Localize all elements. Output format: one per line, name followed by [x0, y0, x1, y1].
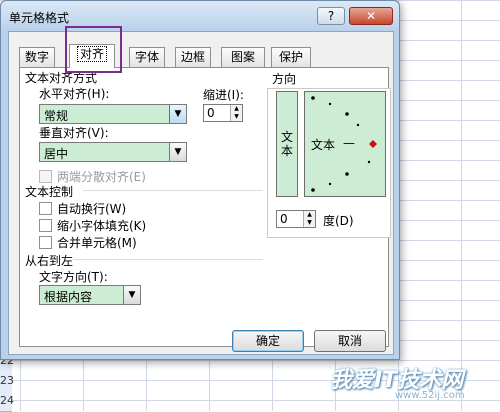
title-bar[interactable]: 单元格格式 ? ✕ [1, 1, 399, 29]
row-header[interactable]: 24 [0, 391, 14, 412]
vertical-align-select[interactable]: 居中 ▼ [39, 142, 187, 162]
rtl-heading: 从右到左 [25, 254, 74, 268]
watermark-url: www.52ij.com [395, 390, 465, 401]
tab-protection[interactable]: 保护 [271, 47, 311, 67]
merge-cells-checkbox[interactable]: 合并单元格(M) [39, 234, 137, 251]
vertical-text-box[interactable]: 文本 [276, 91, 298, 197]
shrink-to-fit-checkbox[interactable]: 缩小字体填充(K) [39, 217, 146, 234]
orientation-dial[interactable]: 文本 — [304, 91, 386, 197]
vertical-text: 文本 [281, 130, 294, 158]
spin-arrows-icon[interactable]: ▲ ▼ [230, 105, 242, 121]
degree-stepper[interactable]: 0 ▲ ▼ [276, 210, 316, 228]
dialog-body: 数字 对齐 字体 边框 图案 保护 文本对齐方式 水平对齐(H): 常规 ▼ 缩… [8, 31, 394, 355]
text-control-heading: 文本控制 [25, 185, 74, 199]
divider [73, 259, 263, 260]
indent-label: 缩进(I): [203, 88, 244, 102]
indent-stepper[interactable]: 0 ▲ ▼ [203, 104, 243, 122]
spin-arrows-icon[interactable]: ▲ ▼ [303, 211, 315, 227]
checkbox-box[interactable] [39, 236, 52, 249]
format-cells-dialog: 单元格格式 ? ✕ 数字 对齐 字体 边框 图案 保护 文本对齐方式 水平对齐(… [0, 0, 400, 360]
merge-cells-label: 合并单元格(M) [57, 236, 137, 250]
degree-label: 度(D) [323, 214, 354, 228]
checkbox-box[interactable] [39, 170, 52, 183]
vertical-align-value: 居中 [44, 147, 69, 161]
chevron-down-icon[interactable]: ▼ [169, 105, 186, 123]
vertical-align-label: 垂直对齐(V): [39, 126, 109, 140]
tab-highlight-box [65, 26, 122, 73]
ok-button[interactable]: 确定 [232, 330, 304, 352]
text-direction-label: 文字方向(T): [39, 270, 108, 284]
horizontal-align-label: 水平对齐(H): [39, 87, 110, 101]
help-button[interactable]: ? [317, 7, 345, 25]
tab-border[interactable]: 边框 [175, 47, 211, 67]
chevron-down-icon[interactable]: ▼ [169, 143, 186, 161]
divider [83, 190, 263, 191]
tab-number[interactable]: 数字 [19, 47, 55, 67]
dialog-title: 单元格格式 [9, 11, 70, 25]
checkbox-box[interactable] [39, 219, 52, 232]
tab-pattern[interactable]: 图案 [221, 47, 265, 67]
cancel-button[interactable]: 取消 [314, 330, 386, 352]
chevron-down-icon[interactable]: ▼ [123, 286, 140, 304]
dial-line: — [343, 136, 355, 150]
text-direction-value: 根据内容 [44, 290, 93, 304]
tab-font[interactable]: 字体 [129, 47, 165, 67]
row-header[interactable]: 23 [0, 371, 14, 392]
text-direction-select[interactable]: 根据内容 ▼ [39, 285, 141, 305]
wrap-text-label: 自动换行(W) [57, 202, 127, 216]
wrap-text-checkbox[interactable]: 自动换行(W) [39, 200, 126, 217]
degree-value: 0 [280, 212, 288, 226]
dial-text: 文本 [311, 138, 336, 152]
shrink-to-fit-label: 缩小字体填充(K) [57, 219, 147, 233]
indent-value: 0 [207, 106, 215, 120]
horizontal-align-value: 常规 [44, 109, 69, 123]
horizontal-align-select[interactable]: 常规 ▼ [39, 104, 187, 124]
checkbox-box[interactable] [39, 202, 52, 215]
close-button[interactable]: ✕ [349, 7, 393, 25]
orientation-heading: 方向 [272, 72, 297, 86]
